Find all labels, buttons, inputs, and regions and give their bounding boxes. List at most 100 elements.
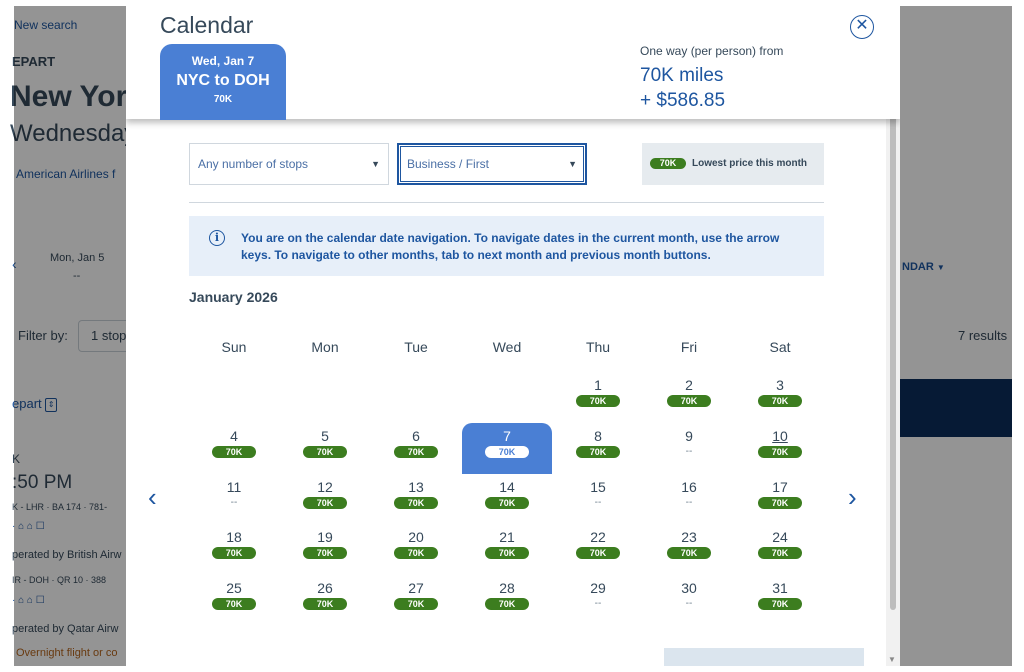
price-pill: 70K: [485, 446, 529, 458]
day-price: --: [667, 598, 711, 610]
day-number: 28: [462, 580, 552, 596]
price-miles: 70K miles: [640, 65, 724, 86]
day-cell[interactable]: 29 --: [553, 575, 643, 626]
price-pill: 70K: [394, 446, 438, 458]
price-pill: 70K: [667, 547, 711, 559]
day-number-text: 13: [408, 479, 424, 495]
day-cell[interactable]: 26 70K: [280, 575, 370, 626]
no-price: --: [685, 497, 693, 508]
day-number-text: 19: [317, 529, 333, 545]
day-cell[interactable]: 17 70K: [735, 474, 825, 525]
close-button[interactable]: ✕: [850, 15, 874, 39]
day-cell[interactable]: 6 70K: [371, 423, 461, 474]
chevron-right-icon: ›: [848, 482, 857, 512]
day-cell[interactable]: 12 70K: [280, 474, 370, 525]
day-cell[interactable]: 10 70K: [735, 423, 825, 474]
day-number-text: 1: [594, 377, 602, 393]
day-price: 70K: [394, 598, 438, 610]
day-cell[interactable]: 21 70K: [462, 524, 552, 575]
dialog-title: Calendar: [160, 12, 254, 38]
selected-date-tab[interactable]: Wed, Jan 7 NYC to DOH 70K: [160, 44, 286, 120]
day-cell[interactable]: 22 70K: [553, 524, 643, 575]
day-price: 70K: [212, 446, 256, 458]
weekday-wed: Wed: [492, 339, 522, 355]
day-cell[interactable]: 11 --: [189, 474, 279, 525]
day-number-text: 16: [681, 479, 697, 495]
day-cell[interactable]: 23 70K: [644, 524, 734, 575]
price-pill: 70K: [485, 497, 529, 509]
price-pill: 70K: [758, 446, 802, 458]
day-price: 70K: [485, 598, 529, 610]
day-cell[interactable]: 7 70K: [462, 423, 552, 474]
weekday-sun: Sun: [221, 339, 247, 355]
day-price: 70K: [394, 446, 438, 458]
day-number: 3: [735, 377, 825, 393]
legend-text: Lowest price this month: [692, 158, 808, 169]
day-price: 70K: [212, 598, 256, 610]
dialog-header: Calendar Wed, Jan 7 NYC to DOH 70K One w…: [126, 6, 900, 120]
day-cell[interactable]: 31 70K: [735, 575, 825, 626]
calendar-dialog: Calendar Wed, Jan 7 NYC to DOH 70K One w…: [126, 6, 900, 666]
day-cell[interactable]: 28 70K: [462, 575, 552, 626]
day-cell[interactable]: 19 70K: [280, 524, 370, 575]
cabin-dropdown[interactable]: Business / First ▼: [397, 143, 587, 185]
day-price: --: [212, 497, 256, 509]
day-cell[interactable]: 5 70K: [280, 423, 370, 474]
day-number: 27: [371, 580, 461, 596]
day-number-text: 25: [226, 580, 242, 596]
day-cell[interactable]: 14 70K: [462, 474, 552, 525]
day-price: --: [576, 497, 620, 509]
day-price: 70K: [576, 446, 620, 458]
day-price: 70K: [758, 497, 802, 509]
price-pill: 70K: [394, 547, 438, 559]
day-number-text: 27: [408, 580, 424, 596]
day-number: 22: [553, 529, 643, 545]
day-number: 25: [189, 580, 279, 596]
day-number: 5: [280, 428, 370, 444]
price-pill: 70K: [758, 497, 802, 509]
day-cell[interactable]: 15 --: [553, 474, 643, 525]
day-price: 70K: [485, 446, 529, 458]
day-cell[interactable]: 30 --: [644, 575, 734, 626]
day-cell[interactable]: 1 70K: [553, 372, 643, 423]
day-cell[interactable]: 27 70K: [371, 575, 461, 626]
day-price: 70K: [758, 446, 802, 458]
day-number: 18: [189, 529, 279, 545]
day-price: 70K: [303, 446, 347, 458]
day-cell[interactable]: 8 70K: [553, 423, 643, 474]
day-number: 7: [462, 428, 552, 444]
day-cell[interactable]: 24 70K: [735, 524, 825, 575]
previous-month-button[interactable]: ‹: [148, 484, 157, 510]
month-label: January 2026: [189, 289, 278, 305]
day-cell[interactable]: 20 70K: [371, 524, 461, 575]
day-number: 13: [371, 479, 461, 495]
price-pill: 70K: [303, 547, 347, 559]
day-cell[interactable]: 16 --: [644, 474, 734, 525]
day-cell[interactable]: 3 70K: [735, 372, 825, 423]
day-number-text: 3: [776, 377, 784, 393]
day-number: 23: [644, 529, 734, 545]
day-number-text: 8: [594, 428, 602, 444]
day-cell[interactable]: 13 70K: [371, 474, 461, 525]
day-price: 70K: [212, 547, 256, 559]
day-price: 70K: [303, 547, 347, 559]
day-cell[interactable]: 9 --: [644, 423, 734, 474]
day-price: 70K: [576, 547, 620, 559]
day-price: 70K: [576, 395, 620, 407]
day-number-text: 17: [772, 479, 788, 495]
no-price: --: [594, 497, 602, 508]
no-price: --: [230, 497, 238, 508]
stops-dropdown[interactable]: Any number of stops ▼: [189, 143, 389, 185]
weekday-thu: Thu: [585, 339, 611, 355]
next-month-button[interactable]: ›: [848, 484, 857, 510]
day-cell[interactable]: 4 70K: [189, 423, 279, 474]
day-cell[interactable]: 18 70K: [189, 524, 279, 575]
day-cell[interactable]: 25 70K: [189, 575, 279, 626]
day-number: 21: [462, 529, 552, 545]
price-pill: 70K: [485, 547, 529, 559]
day-cell[interactable]: 2 70K: [644, 372, 734, 423]
day-number: 6: [371, 428, 461, 444]
select-button[interactable]: [664, 648, 864, 666]
scroll-down-icon[interactable]: ▼: [888, 655, 896, 664]
price-pill: 70K: [212, 446, 256, 458]
